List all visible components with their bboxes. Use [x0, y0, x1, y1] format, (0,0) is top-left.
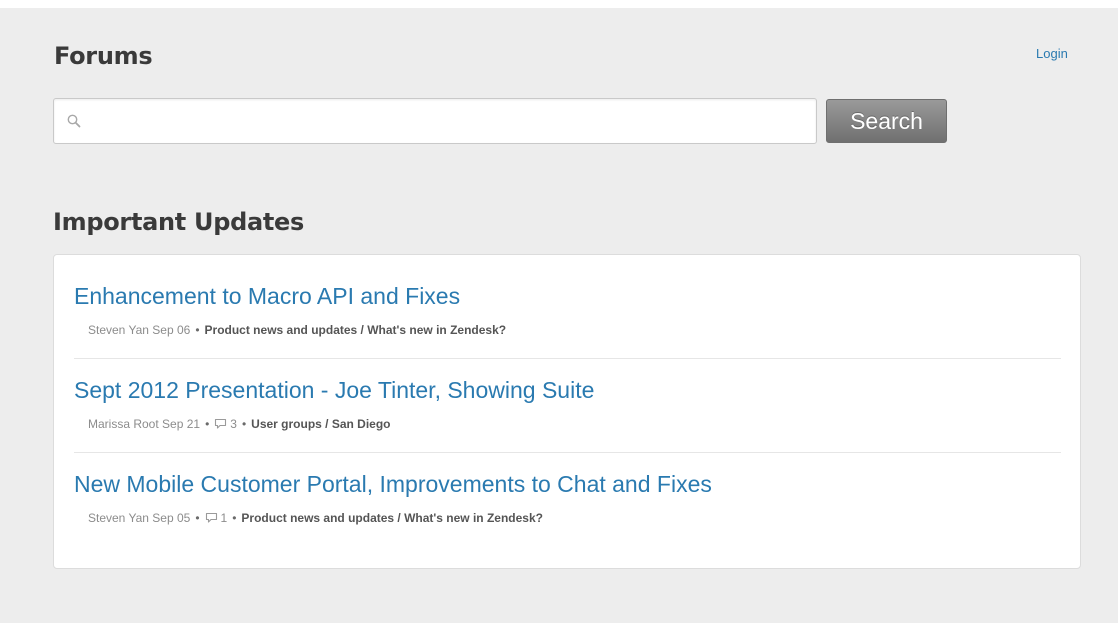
page-title: Forums — [54, 42, 153, 70]
topic-forum-path[interactable]: Product news and updates / What's new in… — [205, 323, 507, 337]
separator-dot: • — [232, 511, 237, 525]
separator-dot: • — [205, 417, 210, 431]
comment-icon — [205, 512, 218, 524]
divider — [74, 358, 1061, 359]
search-icon — [66, 113, 82, 129]
section-title-important-updates: Important Updates — [53, 208, 305, 236]
topic-author-date: Steven Yan Sep 05 — [88, 511, 191, 525]
topic-title-link[interactable]: Sept 2012 Presentation - Joe Tinter, Sho… — [74, 377, 1061, 404]
topic-meta: Marissa Root Sep 21 • 3 • User groups / San … — [88, 417, 391, 431]
top-strip — [0, 0, 1118, 8]
topic-meta: Steven Yan Sep 06 • Product news and updat… — [88, 323, 506, 337]
separator-dot: • — [195, 511, 200, 525]
topic-item: Sept 2012 Presentation - Joe Tinter, Sho… — [74, 377, 1061, 404]
topic-title-link[interactable]: New Mobile Customer Portal, Improvements… — [74, 471, 1061, 498]
divider — [74, 452, 1061, 453]
separator-dot: • — [195, 323, 200, 337]
login-link[interactable]: Login — [1036, 46, 1068, 61]
topic-author-date: Steven Yan Sep 06 — [88, 323, 191, 337]
topic-forum-path[interactable]: User groups / San Diego — [251, 417, 390, 431]
search-box[interactable] — [53, 98, 817, 144]
topic-meta: Steven Yan Sep 05 • 1 • Product news and upd… — [88, 511, 543, 525]
search-button[interactable]: Search — [826, 99, 947, 143]
comment-count: 1 — [220, 511, 228, 525]
important-updates-panel: Enhancement to Macro API and Fixes Steve… — [53, 254, 1081, 569]
comment-icon — [214, 418, 227, 430]
topic-item: Enhancement to Macro API and Fixes — [74, 283, 1061, 310]
topic-author-date: Marissa Root Sep 21 — [88, 417, 201, 431]
separator-dot: • — [241, 417, 247, 431]
topic-title-link[interactable]: Enhancement to Macro API and Fixes — [74, 283, 1061, 310]
comment-count: 3 — [230, 417, 237, 431]
search-input[interactable] — [90, 99, 810, 143]
topic-item: New Mobile Customer Portal, Improvements… — [74, 471, 1061, 498]
topic-forum-path[interactable]: Product news and updates / What's new in… — [241, 511, 543, 525]
